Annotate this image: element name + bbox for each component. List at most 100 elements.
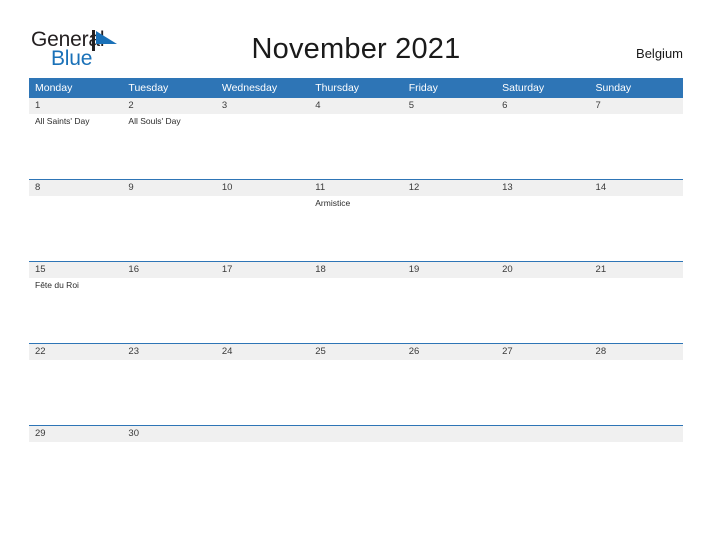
day-number-empty (309, 426, 402, 442)
day-number-13[interactable]: 13 (496, 180, 589, 196)
weekday-header-monday: Monday (35, 82, 73, 94)
day-event-band (29, 442, 683, 507)
day-number-6[interactable]: 6 (496, 98, 589, 114)
day-number-24[interactable]: 24 (216, 344, 309, 360)
day-number-4[interactable]: 4 (309, 98, 402, 114)
calendar-week-row: 22 23 24 25 26 27 28 (29, 343, 683, 425)
page-header: General Blue November 2021 Belgium (0, 0, 712, 76)
day-number-16[interactable]: 16 (122, 262, 215, 278)
day-cell-27[interactable] (496, 360, 589, 425)
day-number-27[interactable]: 27 (496, 344, 589, 360)
weekday-header-row: Monday Tuesday Wednesday Thursday Friday Satu… (29, 78, 683, 98)
day-cell-24[interactable] (216, 360, 309, 425)
day-cell-3[interactable] (216, 114, 309, 179)
day-cell-empty (496, 442, 589, 507)
day-number-8[interactable]: 8 (29, 180, 122, 196)
holiday-label: All Saints' Day (35, 116, 90, 126)
calendar-week-row: 15 16 17 18 19 20 21 Fête du Roi (29, 261, 683, 343)
day-number-23[interactable]: 23 (122, 344, 215, 360)
day-number-28[interactable]: 28 (590, 344, 683, 360)
weekday-header-saturday: Saturday (502, 82, 545, 94)
day-cell-22[interactable] (29, 360, 122, 425)
day-cell-5[interactable] (403, 114, 496, 179)
day-number-band: 1234567 (29, 98, 683, 114)
day-number-15[interactable]: 15 (29, 262, 122, 278)
day-number-22[interactable]: 22 (29, 344, 122, 360)
day-cell-10[interactable] (216, 196, 309, 261)
day-event-band (29, 360, 683, 425)
day-cell-25[interactable] (309, 360, 402, 425)
calendar-weeks: 1 2 3 4 5 6 7 All Saints' Day All Souls' Day 8 9 10… (29, 98, 683, 507)
region-label: Belgium (636, 46, 683, 61)
day-cell-16[interactable] (122, 278, 215, 343)
day-number-band: 8 9 10 11 12 13 14 (29, 180, 683, 196)
day-cell-empty (590, 442, 683, 507)
day-number-empty (216, 426, 309, 442)
calendar-page: General Blue November 2021 Belgium Monda… (0, 0, 712, 550)
day-cell-30[interactable] (122, 442, 215, 507)
day-number-11[interactable]: 11 (309, 180, 402, 196)
day-cell-1[interactable]: All Saints' Day (29, 114, 122, 179)
day-number-29[interactable]: 29 (29, 426, 122, 442)
day-number-7[interactable]: 7 (590, 98, 683, 114)
day-cell-4[interactable] (309, 114, 402, 179)
day-cell-2[interactable]: All Souls' Day (122, 114, 215, 179)
weekday-header-sunday: Sunday (595, 82, 632, 94)
day-cell-empty (403, 442, 496, 507)
day-cell-13[interactable] (496, 196, 589, 261)
weekday-header-friday: Friday (408, 82, 438, 94)
day-cell-11[interactable]: Armistice (309, 196, 402, 261)
day-number-25[interactable]: 25 (309, 344, 402, 360)
day-number-14[interactable]: 14 (590, 180, 683, 196)
day-cell-9[interactable] (122, 196, 215, 261)
day-number-3[interactable]: 3 (216, 98, 309, 114)
day-cell-17[interactable] (216, 278, 309, 343)
day-number-band: 15 16 17 18 19 20 21 (29, 262, 683, 278)
weekday-header-thursday: Thursday (315, 82, 360, 94)
day-cell-29[interactable] (29, 442, 122, 507)
day-cell-19[interactable] (403, 278, 496, 343)
day-number-30[interactable]: 30 (122, 426, 215, 442)
calendar-week-row: 1 2 3 4 5 6 7 All Saints' Day All Souls' Day (29, 98, 683, 179)
calendar-week-row: 8 9 10 11 12 13 14 Armistice (29, 179, 683, 261)
weekday-header-tuesday: Tuesday (128, 82, 169, 94)
weekday-header-wednesday: Wednesday (221, 82, 278, 94)
day-number-band: 29 30 (29, 426, 683, 442)
day-number-empty (403, 426, 496, 442)
holiday-label: All Souls' Day (128, 116, 181, 126)
day-cell-21[interactable] (590, 278, 683, 343)
day-cell-empty (309, 442, 402, 507)
day-number-empty (496, 426, 589, 442)
page-title: November 2021 (251, 33, 461, 65)
holiday-label: Armistice (315, 198, 351, 208)
day-cell-18[interactable] (309, 278, 402, 343)
day-number-20[interactable]: 20 (496, 262, 589, 278)
day-number-19[interactable]: 19 (403, 262, 496, 278)
day-number-band: 22 23 24 25 26 27 28 (29, 344, 683, 360)
day-cell-6[interactable] (496, 114, 589, 179)
day-cell-28[interactable] (590, 360, 683, 425)
day-number-5[interactable]: 5 (403, 98, 496, 114)
holiday-label: Fête du Roi (35, 280, 79, 290)
day-number-9[interactable]: 9 (122, 180, 215, 196)
day-cell-23[interactable] (122, 360, 215, 425)
day-number-21[interactable]: 21 (590, 262, 683, 278)
day-cell-7[interactable] (590, 114, 683, 179)
day-number-12[interactable]: 12 (403, 180, 496, 196)
day-cell-empty (216, 442, 309, 507)
day-number-10[interactable]: 10 (216, 180, 309, 196)
day-cell-12[interactable] (403, 196, 496, 261)
day-number-18[interactable]: 18 (309, 262, 402, 278)
day-cell-20[interactable] (496, 278, 589, 343)
day-cell-14[interactable] (590, 196, 683, 261)
day-cell-26[interactable] (403, 360, 496, 425)
day-cell-15[interactable]: Fête du Roi (29, 278, 122, 343)
day-number-17[interactable]: 17 (216, 262, 309, 278)
day-cell-8[interactable] (29, 196, 122, 261)
day-number-2[interactable]: 2 (122, 98, 215, 114)
day-event-band: Fête du Roi (29, 278, 683, 343)
calendar-grid: Monday Tuesday Wednesday Thursday Friday Satu… (29, 78, 683, 507)
day-number-1[interactable]: 1 (29, 98, 122, 114)
day-number-26[interactable]: 26 (403, 344, 496, 360)
day-event-band: Armistice (29, 196, 683, 261)
